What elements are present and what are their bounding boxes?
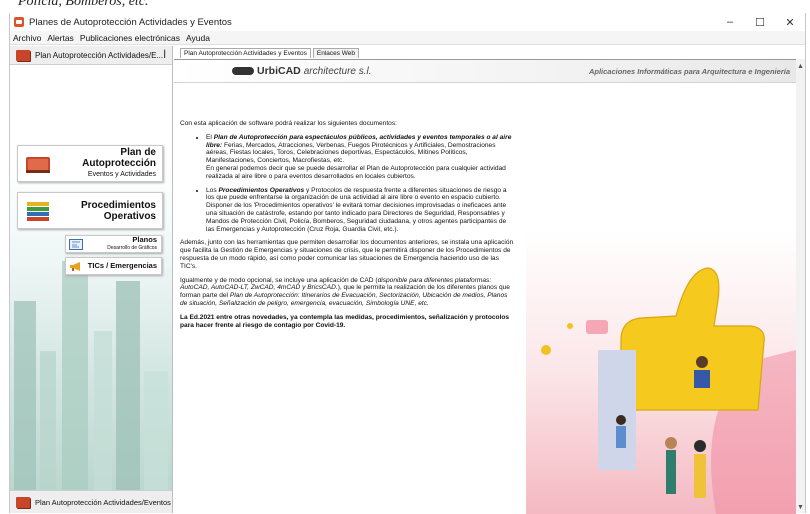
thumbs-up-illustration bbox=[526, 230, 796, 514]
book-icon bbox=[26, 156, 50, 173]
list-item-procedimientos: Los Procedimientos Operativos y Protocol… bbox=[206, 187, 515, 234]
paragraph-gestion: Además, junto con las herramientas que p… bbox=[180, 239, 514, 270]
application-window: Planes de Autoprotección Actividades y E… bbox=[9, 13, 806, 514]
plan-button-subtitle: Eventos y Actividades bbox=[87, 171, 156, 178]
tab-enlaces-web[interactable]: Enlaces Web bbox=[312, 48, 360, 58]
planos-button[interactable]: Planos Desarrollo de Gráficos bbox=[65, 235, 162, 253]
bullet1-text: Ferias, Mercados, Atracciones, Verbenas,… bbox=[206, 141, 496, 165]
background-fragment: Policía, Bomberos, etc. bbox=[0, 0, 810, 12]
book-icon bbox=[16, 49, 30, 61]
menu-publicaciones[interactable]: Publicaciones electrónicas bbox=[80, 33, 180, 43]
menu-alertas[interactable]: Alertas bbox=[47, 33, 73, 43]
window-title: Planes de Autoprotección Actividades y E… bbox=[29, 16, 232, 28]
planos-button-subtitle: Desarrollo de Gráficos bbox=[107, 245, 157, 251]
procedimientos-button-subtitle: Operativos bbox=[103, 210, 156, 222]
tics-button-title: TICs / Emergencias bbox=[87, 261, 157, 270]
scroll-up-icon[interactable]: ▲ bbox=[796, 63, 805, 70]
logo-mark bbox=[232, 67, 254, 75]
tab-strip: Plan Autoprotección Actividades y Evento… bbox=[174, 46, 805, 58]
menu-archivo[interactable]: Archivo bbox=[13, 33, 41, 43]
content-body: Con esta aplicación de software podrá re… bbox=[180, 120, 515, 335]
tics-emergencias-button[interactable]: TICs / Emergencias bbox=[65, 257, 162, 275]
paragraph-cad: Igualmente y de modo opcional, se incluy… bbox=[180, 277, 515, 308]
left-panel-title: Plan Autoprotección Actividades/E... bbox=[35, 50, 164, 60]
documents-list: El Plan de Autoprotección para espectácu… bbox=[180, 134, 515, 234]
list-item-plan: El Plan de Autoprotección para espectácu… bbox=[206, 134, 515, 181]
bullet1-lead: El bbox=[206, 133, 214, 141]
right-panel: Plan Autoprotección Actividades y Evento… bbox=[174, 46, 805, 514]
background-text: Policía, Bomberos, etc. bbox=[18, 0, 149, 9]
stacked-books-icon bbox=[27, 201, 49, 221]
para2-a: Igualmente y de modo opcional, se incluy… bbox=[180, 276, 378, 284]
bullet2-lead: Los bbox=[206, 186, 219, 194]
para2-d: Plan de Autoprotección: Itinerarios de E… bbox=[180, 292, 508, 307]
menu-ayuda[interactable]: Ayuda bbox=[186, 33, 210, 43]
tab-plan-autoproteccion[interactable]: Plan Autoprotección Actividades y Evento… bbox=[180, 48, 311, 58]
bullet2-more: Disponer de los 'Procedimientos operativ… bbox=[206, 202, 507, 233]
procedimientos-operativos-button[interactable]: Procedimientos Operativos bbox=[17, 192, 163, 229]
title-bar: Planes de Autoprotección Actividades y E… bbox=[10, 13, 805, 31]
pin-icon[interactable]: ꟾ bbox=[163, 50, 166, 61]
content-area: UrbiCAD architecture s.l. Aplicaciones I… bbox=[174, 59, 796, 514]
content-header: UrbiCAD architecture s.l. Aplicaciones I… bbox=[174, 60, 796, 83]
left-panel-footer-label: Plan Autoprotección Actividades/Eventos bbox=[35, 497, 171, 507]
left-panel-header[interactable]: Plan Autoprotección Actividades/E... ꟾ bbox=[10, 46, 172, 65]
para3-bold: La Ed.2021 entre otras novedades, ya con… bbox=[180, 313, 510, 329]
procedimientos-button-title: Procedimientos bbox=[80, 199, 156, 211]
app-icon bbox=[14, 17, 24, 27]
intro-paragraph: Con esta aplicación de software podrá re… bbox=[180, 120, 397, 127]
scroll-down-icon[interactable]: ▼ bbox=[796, 504, 805, 511]
plan-autoproteccion-button[interactable]: Plan de Autoprotección Eventos y Activid… bbox=[17, 145, 163, 182]
megaphone-icon bbox=[70, 261, 80, 271]
plan-button-title: Plan de Autoprotección bbox=[82, 147, 156, 169]
planos-button-title: Planos bbox=[132, 235, 157, 244]
minimize-button[interactable]: – bbox=[715, 16, 745, 28]
header-tagline: Aplicaciones Informáticas para Arquitect… bbox=[588, 66, 790, 76]
bullet1-more: En general podemos decir que se puede de… bbox=[206, 164, 506, 180]
close-button[interactable]: ✕ bbox=[775, 16, 805, 29]
left-panel-footer[interactable]: Plan Autoprotección Actividades/Eventos bbox=[10, 490, 172, 513]
left-panel: Plan Autoprotección Actividades/E... ꟾ P… bbox=[10, 46, 173, 513]
logo-text-bold: UrbiCAD bbox=[257, 65, 301, 77]
vertical-scrollbar[interactable]: ▲ ▼ bbox=[796, 59, 805, 513]
urbicad-logo: UrbiCAD architecture s.l. bbox=[232, 65, 372, 77]
bullet2-bold-text: Procedimientos Operativos bbox=[218, 186, 305, 194]
menu-bar: Archivo Alertas Publicaciones electrónic… bbox=[10, 31, 805, 45]
paragraph-covid: La Ed.2021 entre otras novedades, ya con… bbox=[180, 314, 515, 330]
book-icon bbox=[16, 496, 30, 508]
logo-text-italic: architecture s.l. bbox=[303, 65, 372, 77]
blueprint-icon bbox=[69, 238, 83, 250]
maximize-button[interactable]: ☐ bbox=[745, 16, 775, 29]
